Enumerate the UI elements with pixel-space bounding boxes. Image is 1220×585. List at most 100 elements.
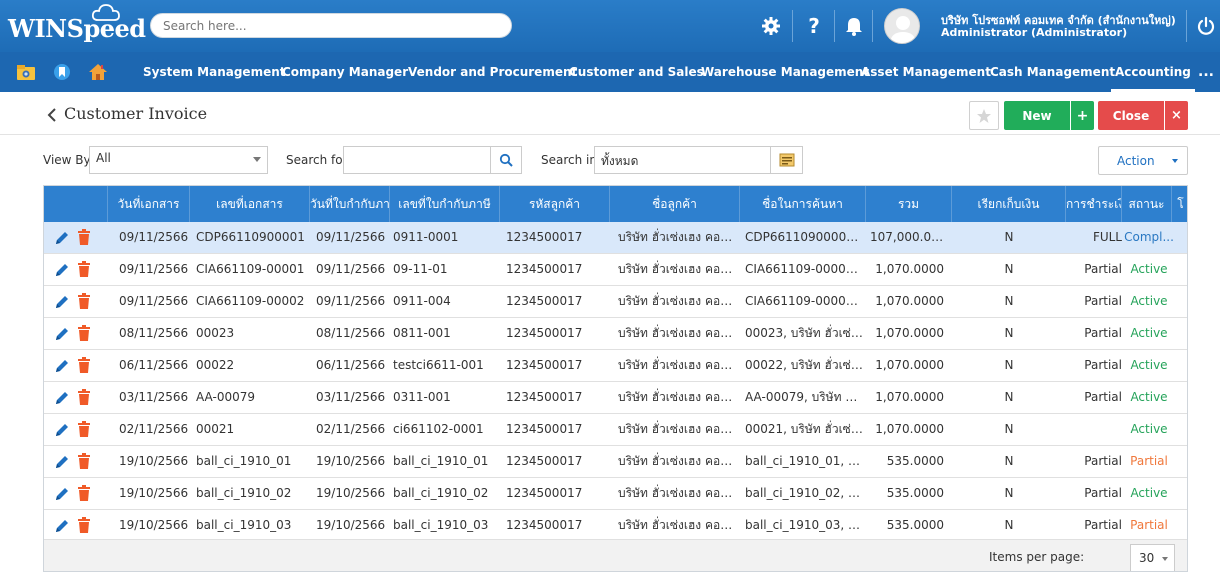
- close-x-button[interactable]: ×: [1165, 101, 1188, 130]
- edit-pencil-icon[interactable]: [54, 422, 70, 438]
- menu-vendor-procurement[interactable]: Vendor and Procurement: [408, 52, 577, 92]
- menu-asset-management[interactable]: Asset Management: [861, 52, 991, 92]
- column-header[interactable]: ชื่อลูกค้า: [610, 186, 740, 222]
- table-row[interactable]: 09/11/2566 CIA661109-00001 09/11/2566 09-11…: [44, 254, 1187, 286]
- edit-pencil-icon[interactable]: [54, 358, 70, 374]
- table-row[interactable]: 19/10/2566 ball_ci_1910_03 19/10/2566 ball_…: [44, 510, 1187, 542]
- column-header[interactable]: รวม: [866, 186, 952, 222]
- table-row[interactable]: 08/11/2566 00023 08/11/2566 0811-001 1234500…: [44, 318, 1187, 350]
- menu-cash-management[interactable]: Cash Management: [990, 52, 1115, 92]
- search-for-input[interactable]: [343, 146, 491, 174]
- table-row[interactable]: 06/11/2566 00022 06/11/2566 testci6611-001 1…: [44, 350, 1187, 382]
- cell-billing: N: [1004, 486, 1014, 500]
- cell-status: Active: [1130, 422, 1168, 436]
- divider: [872, 10, 873, 42]
- items-per-page-select[interactable]: 30: [1130, 544, 1175, 571]
- view-by-label: View By: [43, 153, 91, 167]
- edit-pencil-icon[interactable]: [54, 326, 70, 342]
- cell-status: Active: [1130, 486, 1168, 500]
- cell-payment: Partial: [1084, 518, 1122, 532]
- app-logo[interactable]: WINSpeed: [8, 14, 146, 43]
- delete-trash-icon[interactable]: [77, 261, 91, 277]
- cell-doc-date: 09/11/2566: [119, 262, 189, 276]
- camera-folder-icon[interactable]: [15, 61, 37, 83]
- column-header[interactable]: การชำระเงิน: [1066, 186, 1122, 222]
- delete-trash-icon[interactable]: [77, 357, 91, 373]
- edit-pencil-icon[interactable]: [54, 294, 70, 310]
- column-header[interactable]: ชื่อในการค้นหา: [740, 186, 866, 222]
- search-for-label: Search for: [286, 153, 348, 167]
- back-chevron-icon[interactable]: [47, 108, 57, 122]
- column-header[interactable]: วันที่ใบกำกับภาษี: [310, 186, 390, 222]
- column-header[interactable]: วันที่เอกสาร: [108, 186, 190, 222]
- global-search-input[interactable]: [150, 13, 512, 38]
- column-header-actions: [44, 186, 108, 222]
- cell-customer-name: บริษัท ฮั่วเซ่งเฮง คอม...: [618, 262, 736, 276]
- table-row[interactable]: 19/10/2566 ball_ci_1910_02 19/10/2566 ball_…: [44, 478, 1187, 510]
- delete-trash-icon[interactable]: [77, 517, 91, 533]
- action-dropdown-button[interactable]: Action: [1098, 146, 1188, 175]
- cell-doc-number: ball_ci_1910_03: [196, 518, 292, 532]
- delete-trash-icon[interactable]: [77, 229, 91, 245]
- notification-bell-icon[interactable]: [836, 10, 872, 42]
- power-icon[interactable]: [1188, 10, 1220, 42]
- edit-pencil-icon[interactable]: [54, 262, 70, 278]
- cell-doc-number: 00021: [196, 422, 235, 436]
- menu-more-button[interactable]: ...: [1198, 52, 1214, 92]
- cell-tax-invoice-date: 19/10/2566: [316, 486, 386, 500]
- menu-company-manager[interactable]: Company Manager: [282, 52, 408, 92]
- cell-doc-number: AA-00079: [196, 390, 255, 404]
- table-row[interactable]: 09/11/2566 CIA661109-00002 09/11/2566 0911-…: [44, 286, 1187, 318]
- settings-gear-icon[interactable]: [753, 10, 789, 42]
- cell-search-name: CDP66110900001, บ...: [745, 230, 863, 244]
- close-button[interactable]: Close: [1098, 101, 1164, 130]
- edit-pencil-icon[interactable]: [54, 390, 70, 406]
- delete-trash-icon[interactable]: [77, 485, 91, 501]
- edit-pencil-icon[interactable]: [54, 518, 70, 534]
- user-avatar[interactable]: [884, 8, 920, 44]
- home-icon[interactable]: [87, 61, 109, 83]
- delete-trash-icon[interactable]: [77, 421, 91, 437]
- search-in-picker-button[interactable]: [770, 146, 803, 174]
- cell-customer-name: บริษัท ฮั่วเซ่งเฮง คอม...: [618, 358, 736, 372]
- edit-pencil-icon[interactable]: [54, 230, 70, 246]
- view-by-select[interactable]: All: [89, 146, 268, 174]
- column-header[interactable]: โ: [1172, 186, 1187, 222]
- cell-customer-name: บริษัท ฮั่วเซ่งเฮง คอม...: [618, 294, 736, 308]
- column-header[interactable]: เลขที่ใบกำกับภาษี: [390, 186, 500, 222]
- table-row[interactable]: 19/10/2566 ball_ci_1910_01 19/10/2566 ball_…: [44, 446, 1187, 478]
- new-button[interactable]: New: [1004, 101, 1070, 130]
- help-icon[interactable]: ?: [796, 10, 832, 42]
- table-row[interactable]: 02/11/2566 00021 02/11/2566 ci661102-0001 12…: [44, 414, 1187, 446]
- column-header[interactable]: สถานะ: [1122, 186, 1172, 222]
- divider: [834, 10, 835, 42]
- cell-customer-name: บริษัท ฮั่วเซ่งเฮง คอม...: [618, 326, 736, 340]
- delete-trash-icon[interactable]: [77, 325, 91, 341]
- edit-pencil-icon[interactable]: [54, 454, 70, 470]
- menu-warehouse-management[interactable]: Warehouse Management: [701, 52, 869, 92]
- delete-trash-icon[interactable]: [77, 293, 91, 309]
- new-plus-button[interactable]: +: [1071, 101, 1094, 130]
- cell-tax-invoice-date: 09/11/2566: [316, 230, 386, 244]
- cell-doc-number: 00022: [196, 358, 235, 372]
- table-row[interactable]: 09/11/2566 CDP66110900001 09/11/2566 0911-0…: [44, 222, 1187, 254]
- column-header[interactable]: เรียกเก็บเงิน: [952, 186, 1066, 222]
- column-header[interactable]: รหัสลูกค้า: [500, 186, 610, 222]
- menu-accounting[interactable]: Accounting: [1111, 52, 1195, 92]
- edit-pencil-icon[interactable]: [54, 486, 70, 502]
- search-button[interactable]: [490, 146, 522, 174]
- delete-trash-icon[interactable]: [77, 389, 91, 405]
- cell-doc-date: 19/10/2566: [119, 486, 189, 500]
- menu-customer-sales[interactable]: Customer and Sales: [569, 52, 704, 92]
- column-header[interactable]: เลขที่เอกสาร: [190, 186, 310, 222]
- favorite-star-button[interactable]: [969, 101, 999, 130]
- cell-tax-invoice-date: 09/11/2566: [316, 262, 386, 276]
- cell-doc-date: 09/11/2566: [119, 230, 189, 244]
- search-in-field[interactable]: ทั้งหมด: [594, 146, 771, 174]
- star-icon: [977, 108, 991, 123]
- cell-customer-code: 1234500017: [506, 326, 583, 340]
- delete-trash-icon[interactable]: [77, 453, 91, 469]
- menu-system-management[interactable]: System Management: [143, 52, 286, 92]
- table-row[interactable]: 03/11/2566 AA-00079 03/11/2566 0311-001 1234…: [44, 382, 1187, 414]
- bookmark-icon[interactable]: [51, 61, 73, 83]
